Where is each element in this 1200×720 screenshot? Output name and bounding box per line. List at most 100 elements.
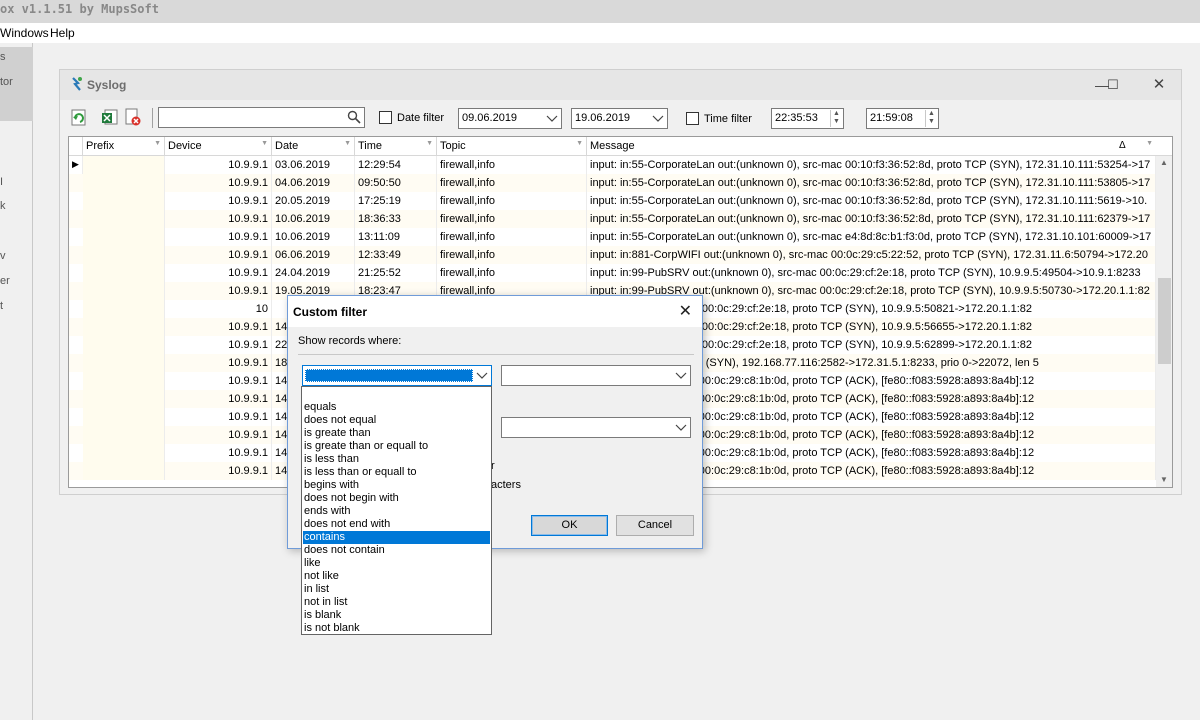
operator-option[interactable]: not in list — [303, 596, 490, 609]
cell-prefix — [83, 390, 165, 408]
cell-device: 10.9.9.1 — [165, 192, 272, 210]
table-row[interactable]: 10.9.9.1 24.04.2019 21:25:52 firewall,info i… — [69, 264, 1156, 282]
time-filter-checkbox[interactable] — [686, 112, 699, 125]
cell-device: 10.9.9.1 — [165, 372, 272, 390]
time-to-spinner[interactable]: 21:59:08 ▲ ▼ — [866, 108, 939, 129]
search-input[interactable] — [158, 107, 365, 128]
syslog-window-title: Syslog — [87, 78, 127, 92]
left-panel-item[interactable]: er — [0, 275, 10, 287]
refresh-icon[interactable] — [70, 108, 88, 126]
ok-button[interactable]: OK — [531, 515, 608, 536]
cell-topic: firewall,info — [437, 210, 587, 228]
scroll-up-icon[interactable]: ▲ — [1160, 158, 1168, 167]
cell-topic: firewall,info — [437, 228, 587, 246]
left-panel-item[interactable]: I — [0, 176, 3, 188]
operator-option[interactable]: not like — [303, 570, 490, 583]
cell-time: 12:33:49 — [355, 246, 437, 264]
column-header-prefix[interactable]: Prefix ▼ — [83, 137, 165, 156]
column-header-message[interactable]: Message Δ ▼ — [587, 137, 1156, 156]
operator-option[interactable]: is less than or equall to — [303, 466, 490, 479]
table-row[interactable]: 10.9.9.1 04.06.2019 09:50:50 firewall,info i… — [69, 174, 1156, 192]
date-filter-label: Date filter — [397, 112, 445, 124]
cell-prefix — [83, 192, 165, 210]
date-filter-checkbox[interactable] — [379, 111, 392, 124]
syslog-titlebar[interactable]: Syslog — ☐ ✕ — [60, 70, 1181, 100]
syslog-window-icon — [72, 77, 82, 91]
column-header-device[interactable]: Device ▼ — [165, 137, 272, 156]
filter-dropdown-icon[interactable]: ▼ — [261, 140, 268, 147]
operator-option[interactable]: is not blank — [303, 622, 490, 635]
operator-option[interactable]: in list — [303, 583, 490, 596]
cancel-button[interactable]: Cancel — [616, 515, 694, 536]
column-header-label: Prefix — [86, 140, 115, 152]
value-input-1[interactable] — [501, 365, 691, 386]
operator-option[interactable]: begins with — [303, 479, 490, 492]
operator-option[interactable]: contains — [303, 531, 490, 544]
scrollbar-thumb[interactable] — [1158, 278, 1171, 364]
chevron-down-icon[interactable] — [674, 420, 688, 434]
spin-arrows-icon[interactable]: ▲ ▼ — [925, 110, 937, 127]
column-header-time[interactable]: Time ▼ — [355, 137, 437, 156]
operator-option[interactable]: like — [303, 557, 490, 570]
operator-option[interactable]: ends with — [303, 505, 490, 518]
app-titlebar: ox v1.1.51 by MupsSoft — [0, 0, 1200, 23]
operator-option[interactable]: does not end with — [303, 518, 490, 531]
table-row[interactable]: 10.9.9.1 10.06.2019 13:11:09 firewall,info i… — [69, 228, 1156, 246]
filter-dropdown-icon[interactable]: ▼ — [1146, 140, 1153, 147]
filter-dropdown-icon[interactable]: ▼ — [344, 140, 351, 147]
left-panel-item[interactable]: tor — [0, 76, 13, 88]
cell-prefix — [83, 174, 165, 192]
filter-dropdown-icon[interactable]: ▼ — [426, 140, 433, 147]
left-panel-item[interactable]: s — [0, 51, 6, 63]
spin-arrows-icon[interactable]: ▲ ▼ — [830, 110, 842, 127]
maximize-button[interactable]: ☐ — [1099, 74, 1127, 96]
operator-option[interactable]: is greate than — [303, 427, 490, 440]
search-icon[interactable] — [347, 110, 361, 124]
operator-option[interactable]: is less than — [303, 453, 490, 466]
dialog-titlebar[interactable]: Custom filter ✕ — [288, 296, 702, 327]
cell-time: 17:25:19 — [355, 192, 437, 210]
table-row[interactable]: 10.9.9.1 06.06.2019 12:33:49 firewall,info i… — [69, 246, 1156, 264]
time-from-spinner[interactable]: 22:35:53 ▲ ▼ — [771, 108, 844, 129]
operator-option[interactable]: is blank — [303, 609, 490, 622]
chevron-down-icon[interactable] — [674, 368, 688, 382]
cell-time: 13:11:09 — [355, 228, 437, 246]
date-to-picker[interactable]: 19.06.2019 — [571, 108, 668, 129]
cell-date: 20.05.2019 — [272, 192, 355, 210]
chevron-down-icon[interactable] — [475, 368, 489, 382]
column-header-topic[interactable]: Topic ▼ — [437, 137, 587, 156]
left-panel-item[interactable]: t — [0, 300, 3, 312]
column-header-label: Topic — [440, 140, 466, 152]
chevron-down-icon[interactable] — [651, 111, 665, 125]
operator-option[interactable]: does not begin with — [303, 492, 490, 505]
column-header-date[interactable]: Date ▼ — [272, 137, 355, 156]
filter-dropdown-icon[interactable]: ▼ — [576, 140, 583, 147]
operator-select-1[interactable] — [302, 365, 492, 386]
operator-option[interactable]: does not equal — [303, 414, 490, 427]
date-from-picker[interactable]: 09.06.2019 — [458, 108, 562, 129]
operator-option[interactable]: equals — [303, 401, 490, 414]
cell-device: 10.9.9.1 — [165, 318, 272, 336]
filter-dropdown-icon[interactable]: ▼ — [154, 140, 161, 147]
chevron-down-icon[interactable] — [545, 111, 559, 125]
operator-dropdown-list[interactable]: equals does not equal is greate than is gre… — [301, 386, 492, 635]
operator-option[interactable]: is greate than or equall to — [303, 440, 490, 453]
left-panel-item[interactable]: k — [0, 200, 6, 212]
clear-log-icon[interactable] — [124, 108, 142, 126]
left-panel-item[interactable]: v — [0, 250, 6, 262]
time-to-value: 21:59:08 — [870, 112, 913, 124]
menu-help[interactable]: Help — [50, 26, 75, 40]
table-row[interactable]: 10.9.9.1 20.05.2019 17:25:19 firewall,info i… — [69, 192, 1156, 210]
export-excel-icon[interactable] — [101, 108, 119, 126]
cell-prefix — [83, 372, 165, 390]
menu-windows[interactable]: Windows — [0, 26, 49, 40]
dialog-close-button[interactable]: ✕ — [679, 301, 692, 321]
scroll-down-icon[interactable]: ▼ — [1160, 475, 1168, 484]
close-window-button[interactable]: ✕ — [1145, 74, 1173, 96]
table-row[interactable]: 10.9.9.1 10.06.2019 18:36:33 firewall,info i… — [69, 210, 1156, 228]
vertical-scrollbar[interactable]: ▲ ▼ — [1156, 156, 1172, 487]
value-input-2[interactable] — [501, 417, 691, 438]
table-row[interactable]: ▶ 10.9.9.1 03.06.2019 12:29:54 firewall,info… — [69, 156, 1156, 174]
cell-device: 10.9.9.1 — [165, 210, 272, 228]
operator-option[interactable]: does not contain — [303, 544, 490, 557]
